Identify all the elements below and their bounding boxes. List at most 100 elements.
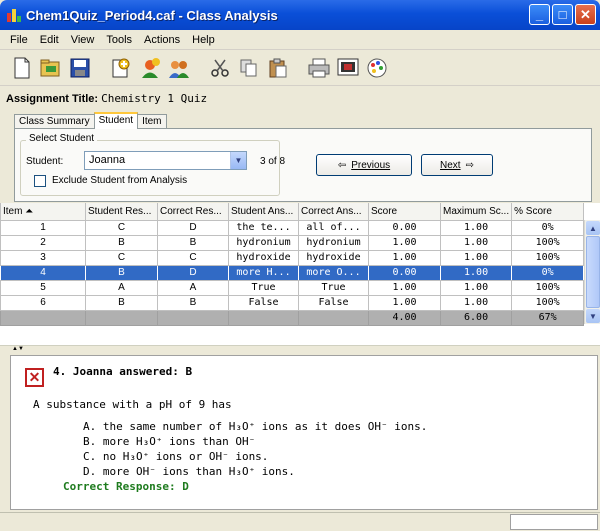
cell: 100% [511,234,585,251]
col-item[interactable]: Item ⏶ [0,203,86,221]
tab-class-summary[interactable]: Class Summary [14,114,95,129]
cell: hydronium [228,234,299,251]
student-combo-value: Joanna [89,154,126,166]
next-button[interactable]: Next ⇨ [421,154,493,176]
total-maximum: 6.00 [439,309,513,326]
choice-b: B. more H₃O⁺ ions than OH⁻ [83,435,256,448]
next-label: Next [440,159,461,171]
chevron-down-icon[interactable]: ▼ [230,152,246,169]
assignment-title-value: Chemistry 1 Quiz [101,92,208,105]
table-row-selected[interactable]: 4 B D more H... more O... 0.00 1.00 0% [0,264,585,281]
slideshow-icon[interactable] [336,56,360,80]
total-percent: 67% [511,309,585,326]
close-button[interactable]: ✕ [575,4,596,25]
cell: A [157,279,229,296]
cell: 6 [0,294,86,311]
status-panel [510,514,598,530]
cell: 1.00 [439,264,513,281]
previous-button[interactable]: ⇦ Previous [316,154,412,176]
choice-d: D. more OH⁻ ions than H₃O⁺ ions. [83,465,295,478]
cell: 1.00 [368,249,441,266]
cell [85,309,158,326]
menu-edit[interactable]: Edit [34,34,65,46]
save-icon[interactable] [68,56,92,80]
cell: 1.00 [439,294,513,311]
cell: True [298,279,369,296]
col-percent-score[interactable]: % Score [511,203,585,221]
col-student-answer[interactable]: Student Ans... [228,203,299,221]
print-icon[interactable] [307,56,331,80]
student-count: 3 of 8 [260,156,286,167]
col-correct-response[interactable]: Correct Res... [157,203,229,221]
cell: 0% [511,264,585,281]
cell: 1.00 [439,249,513,266]
incorrect-icon: ✕ [25,368,44,387]
col-student-response[interactable]: Student Res... [85,203,158,221]
open-icon[interactable] [39,56,63,80]
maximize-button[interactable]: □ [552,4,573,25]
table-row[interactable]: 2 B B hydronium hydronium 1.00 1.00 100% [0,234,585,251]
new-icon[interactable] [10,56,34,80]
students-icon[interactable] [167,56,191,80]
cell: True [228,279,299,296]
menu-view[interactable]: View [65,34,101,46]
arrow-right-icon: ⇨ [465,159,474,171]
menu-bar: File Edit View Tools Actions Help [0,30,600,50]
menu-file[interactable]: File [4,34,34,46]
menu-help[interactable]: Help [186,34,221,46]
menu-actions[interactable]: Actions [138,34,186,46]
cell: B [85,264,158,281]
cell: 1 [0,219,86,236]
cell: hydroxide [228,249,299,266]
split-arrows-icon[interactable]: ▲▼ [12,346,24,352]
minimize-button[interactable]: _ [529,4,550,25]
student-label: Student: [26,156,64,167]
cell: B [85,294,158,311]
cell: 1.00 [368,294,441,311]
scroll-up-icon[interactable]: ▲ [586,221,600,235]
cell [0,309,86,326]
cell: 1.00 [439,219,513,236]
table-row[interactable]: 3 C C hydroxide hydroxide 1.00 1.00 100% [0,249,585,266]
table-row[interactable]: 5 A A True True 1.00 1.00 100% [0,279,585,296]
cell: 1.00 [439,234,513,251]
student-combo[interactable]: Joanna ▼ [84,151,247,170]
table-row[interactable]: 1 C D the te... all of... 0.00 1.00 0% [0,219,585,236]
correct-response: Correct Response: D [63,480,189,493]
toolbar [0,50,600,86]
cell: 100% [511,294,585,311]
cell: B [85,234,158,251]
cut-icon[interactable] [208,56,232,80]
copy-icon[interactable] [237,56,261,80]
add-item-icon[interactable] [109,56,133,80]
scroll-thumb[interactable] [586,236,600,308]
tab-student[interactable]: Student [93,112,139,129]
cell: 4 [0,264,86,281]
col-score[interactable]: Score [368,203,441,221]
cell: 100% [511,279,585,296]
cell: D [157,219,229,236]
tab-item[interactable]: Item [137,114,167,129]
app-icon [6,7,22,23]
cell: all of... [298,219,369,236]
palette-icon[interactable] [365,56,389,80]
col-correct-answer[interactable]: Correct Ans... [298,203,369,221]
scroll-down-icon[interactable]: ▼ [586,309,600,323]
cell: D [157,264,229,281]
cell: 1.00 [439,279,513,296]
table-scrollbar[interactable]: ▲ ▼ [584,220,600,324]
menu-tools[interactable]: Tools [100,34,138,46]
answer-heading: 4. Joanna answered: B [53,365,193,378]
cell: the te... [228,219,299,236]
cell: 3 [0,249,86,266]
table-row[interactable]: 6 B B False False 1.00 1.00 100% [0,294,585,311]
add-student-icon[interactable] [138,56,162,80]
paste-icon[interactable] [266,56,290,80]
question-text: A substance with a pH of 9 has [33,398,232,411]
cell: B [157,234,229,251]
col-maximum-score[interactable]: Maximum Sc... [439,203,513,221]
pane-splitter[interactable] [0,345,600,353]
exclude-checkbox[interactable] [34,175,46,187]
cell [298,309,369,326]
select-student-legend: Select Student [26,133,98,144]
